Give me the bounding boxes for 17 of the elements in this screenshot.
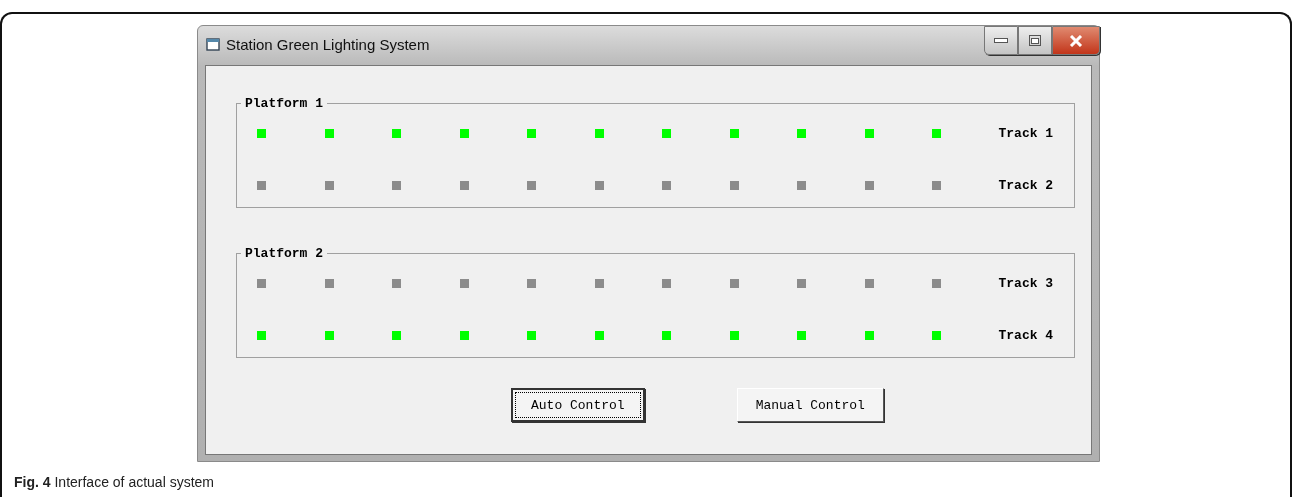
track-label: Track 2 (998, 177, 1054, 193)
group-title: Platform 2 (244, 246, 324, 261)
minimize-icon (994, 38, 1008, 43)
minimize-button[interactable] (984, 26, 1018, 55)
control-button[interactable]: Auto Control (511, 388, 645, 422)
close-button[interactable] (1052, 26, 1100, 55)
close-icon (1069, 34, 1083, 47)
window-title: Station Green Lighting System (226, 36, 430, 53)
track-label: Track 4 (998, 327, 1054, 343)
window-icon (206, 38, 220, 51)
figure-caption: Fig. 4 Interface of actual system (13, 474, 215, 492)
maximize-icon (1029, 35, 1041, 46)
maximize-button[interactable] (1018, 26, 1052, 55)
track-label: Track 1 (998, 125, 1054, 141)
group-title: Platform 1 (244, 96, 324, 111)
track-label: Track 3 (998, 275, 1054, 291)
control-button[interactable]: Manual Control (736, 388, 884, 422)
